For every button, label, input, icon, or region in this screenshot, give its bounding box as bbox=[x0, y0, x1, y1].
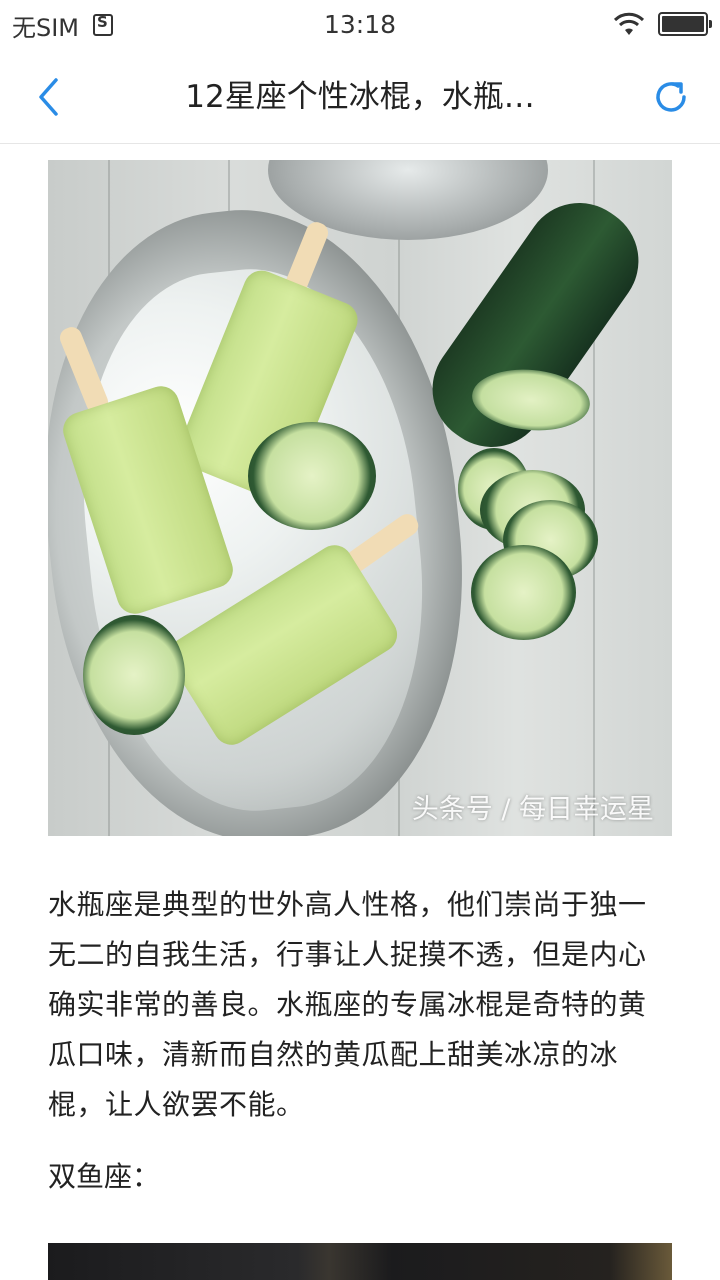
status-right bbox=[612, 11, 712, 37]
article-content: 头条号 / 每日幸运星 水瓶座是典型的世外高人性格，他们崇尚于独一无二的自我生活… bbox=[48, 160, 672, 1202]
article-subheading: 双鱼座： bbox=[48, 1160, 161, 1193]
image-watermark: 头条号 / 每日幸运星 bbox=[411, 794, 654, 825]
battery-level bbox=[662, 16, 704, 32]
page-title: 12星座个性冰棍，水瓶… bbox=[185, 79, 535, 115]
cucumber-slice bbox=[248, 422, 376, 530]
refresh-button[interactable] bbox=[646, 72, 696, 122]
battery-icon bbox=[658, 12, 712, 36]
article-paragraph: 水瓶座是典型的世外高人性格，他们崇尚于独一无二的自我生活，行事让人捉摸不透，但是… bbox=[48, 888, 647, 1121]
wifi-icon bbox=[613, 12, 645, 35]
cucumber-slice bbox=[471, 545, 576, 640]
refresh-icon bbox=[656, 82, 686, 112]
article-image[interactable]: 头条号 / 每日幸运星 bbox=[48, 160, 672, 836]
cucumber-slice bbox=[83, 615, 185, 735]
nav-bar: 12星座个性冰棍，水瓶… bbox=[0, 50, 720, 144]
next-article-image[interactable] bbox=[48, 1243, 672, 1280]
back-button[interactable] bbox=[24, 72, 74, 122]
status-bar: 无SIM 13:18 bbox=[0, 0, 720, 50]
chevron-left-icon bbox=[39, 78, 58, 116]
